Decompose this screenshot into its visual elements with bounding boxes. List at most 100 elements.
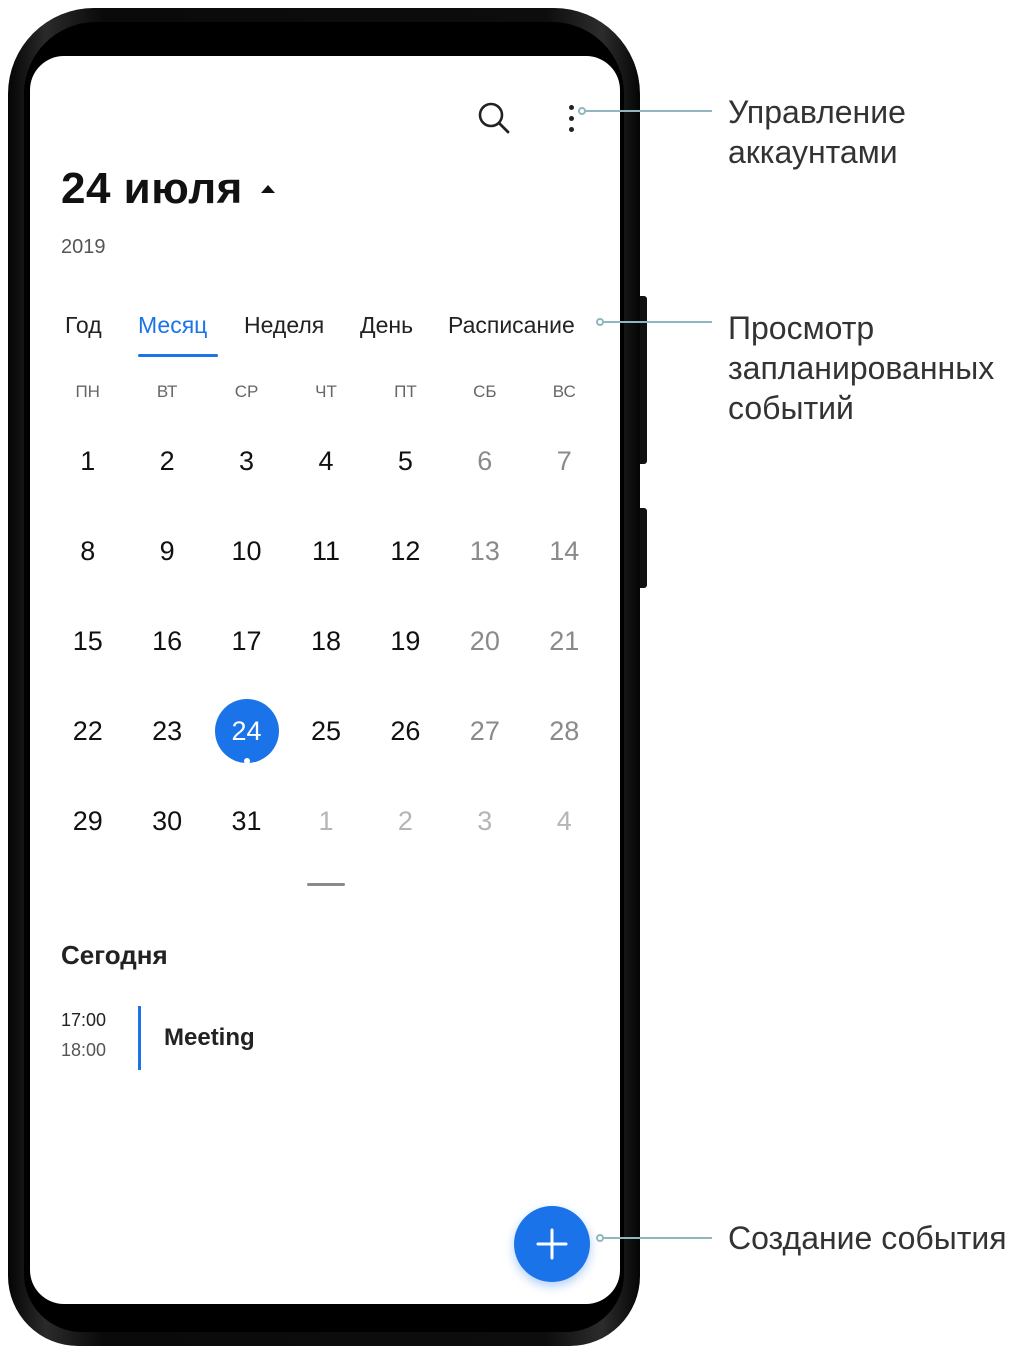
tab-week[interactable]: Неделя (244, 312, 324, 339)
day-number: 13 (469, 535, 500, 566)
day-cell[interactable]: 4 (286, 416, 365, 506)
year-label: 2019 (61, 236, 106, 258)
day-cell[interactable]: 22 (48, 686, 127, 776)
create-event-button[interactable] (514, 1206, 590, 1282)
month-selector[interactable]: 24 июля (61, 164, 275, 214)
week-row: 29 30 31 1 2 3 4 (48, 776, 604, 866)
day-cell[interactable]: 13 (445, 506, 524, 596)
day-cell[interactable]: 6 (445, 416, 524, 506)
day-cell[interactable]: 16 (127, 596, 206, 686)
calendar-screen: 24 июля 2019 Год Месяц Неделя День Распи… (30, 56, 620, 1304)
day-cell[interactable]: 31 (207, 776, 286, 866)
search-icon (478, 102, 510, 134)
drag-handle[interactable] (307, 883, 345, 886)
callout-text-line: Создание события (728, 1220, 1007, 1256)
day-cell[interactable]: 8 (48, 506, 127, 596)
day-cell[interactable]: 21 (525, 596, 604, 686)
event-indicator-dot (243, 758, 250, 764)
day-cell[interactable]: 14 (525, 506, 604, 596)
day-cell[interactable]: 28 (525, 686, 604, 776)
day-cell[interactable]: 29 (48, 776, 127, 866)
day-cell[interactable]: 3 (207, 416, 286, 506)
active-tab-indicator (138, 354, 218, 357)
day-cell[interactable]: 2 (366, 776, 445, 866)
callout-text-line: Просмотр (728, 310, 875, 346)
day-cell[interactable]: 20 (445, 596, 524, 686)
callout-schedule: Просмотр запланированных событий (728, 308, 994, 428)
week-row: 22 23 24 25 26 27 28 (48, 686, 604, 776)
day-cell-today[interactable]: 24 (207, 686, 286, 776)
day-number: 28 (549, 715, 580, 746)
day-number: 11 (311, 535, 340, 566)
day-cell[interactable]: 18 (286, 596, 365, 686)
day-cell[interactable]: 23 (127, 686, 206, 776)
day-cell[interactable]: 1 (48, 416, 127, 506)
weekday-label: ПТ (394, 382, 417, 401)
day-number: 17 (231, 625, 262, 656)
day-number: 8 (80, 535, 96, 566)
day-number: 1 (318, 805, 334, 836)
day-cell[interactable]: 11 (286, 506, 365, 596)
day-number: 21 (549, 625, 580, 656)
callout-text-line: событий (728, 390, 854, 426)
week-row: 8 9 10 11 12 13 14 (48, 506, 604, 596)
search-button[interactable] (474, 98, 514, 138)
day-number: 19 (390, 625, 421, 656)
day-cell[interactable]: 27 (445, 686, 524, 776)
power-button (640, 508, 647, 588)
day-cell[interactable]: 10 (207, 506, 286, 596)
event-item[interactable]: 17:00 18:00 Meeting (61, 1004, 561, 1074)
weekday-header: ПН ВТ СР ЧТ ПТ СБ ВС (48, 382, 604, 402)
day-number: 4 (318, 445, 334, 476)
plus-icon (536, 1228, 568, 1260)
day-cell[interactable]: 17 (207, 596, 286, 686)
event-color-bar (138, 1006, 141, 1070)
callout-dot (596, 1234, 604, 1242)
phone-frame: 24 июля 2019 Год Месяц Неделя День Распи… (8, 8, 647, 1346)
day-number: 7 (556, 445, 572, 476)
day-cell[interactable]: 3 (445, 776, 524, 866)
event-end-time: 18:00 (61, 1040, 107, 1060)
tab-schedule[interactable]: Расписание (448, 312, 575, 339)
tab-day[interactable]: День (360, 312, 413, 339)
caret-up-icon (260, 185, 275, 193)
day-number: 30 (152, 805, 183, 836)
weekday-label: ЧТ (315, 382, 337, 401)
day-number: 29 (72, 805, 103, 836)
date-title: 24 июля (61, 164, 243, 213)
day-cell[interactable]: 5 (366, 416, 445, 506)
day-cell[interactable]: 1 (286, 776, 365, 866)
view-tabs: Год Месяц Неделя День Расписание (30, 312, 620, 362)
week-row: 1 2 3 4 5 6 7 (48, 416, 604, 506)
day-cell[interactable]: 19 (366, 596, 445, 686)
event-start-time: 17:00 (61, 1010, 107, 1030)
day-cell[interactable]: 25 (286, 686, 365, 776)
day-cell[interactable]: 4 (525, 776, 604, 866)
day-number: 5 (397, 445, 413, 476)
more-options-button[interactable] (556, 96, 586, 140)
day-cell[interactable]: 26 (366, 686, 445, 776)
day-number: 2 (397, 805, 413, 836)
day-cell[interactable]: 12 (366, 506, 445, 596)
callout-line (604, 321, 712, 323)
day-cell[interactable]: 9 (127, 506, 206, 596)
day-cell[interactable]: 2 (127, 416, 206, 506)
day-cell[interactable]: 15 (48, 596, 127, 686)
day-cell[interactable]: 30 (127, 776, 206, 866)
day-number: 16 (152, 625, 183, 656)
day-number: 27 (469, 715, 500, 746)
day-number: 6 (477, 445, 493, 476)
callout-dot (596, 318, 604, 326)
day-number: 2 (159, 445, 175, 476)
callout-text-line: Управление (728, 94, 906, 130)
day-number: 22 (72, 715, 103, 746)
callout-line (604, 1237, 712, 1239)
tab-year[interactable]: Год (65, 312, 102, 339)
weekday-label: ВТ (156, 382, 178, 401)
day-number: 15 (72, 625, 103, 656)
tab-month[interactable]: Месяц (138, 312, 207, 339)
day-number: 12 (390, 535, 421, 566)
day-cell[interactable]: 7 (525, 416, 604, 506)
day-number: 31 (231, 805, 262, 836)
callout-line (586, 110, 712, 112)
